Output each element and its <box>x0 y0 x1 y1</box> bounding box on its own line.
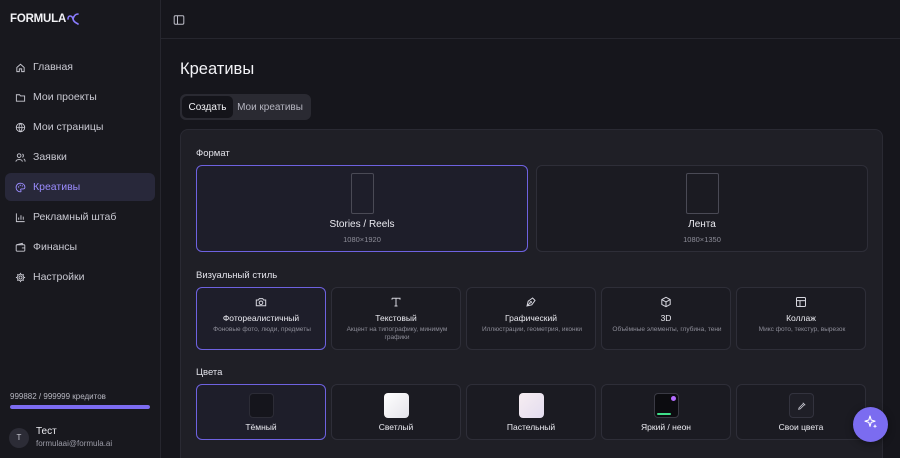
sparkle-icon <box>863 414 879 435</box>
vertical-frame-icon <box>351 173 374 214</box>
format-option-size: 1080×1350 <box>683 235 721 244</box>
color-swatch-light <box>384 393 409 418</box>
style-option-title: Графический <box>505 313 557 323</box>
sidebar-item-label: Мои проекты <box>33 91 97 103</box>
color-option-title: Яркий / неон <box>640 422 691 432</box>
sidebar-item-label: Креативы <box>33 181 81 193</box>
sidebar-item-creatives[interactable]: Креативы <box>5 173 155 201</box>
color-swatch-dark <box>249 393 274 418</box>
color-option-title: Светлый <box>378 422 414 432</box>
avatar: Т <box>9 427 29 448</box>
sidebar-nav: Главная Мои проекты Мои страницы Заявки … <box>5 53 155 293</box>
sidebar-item-label: Настройки <box>33 271 85 283</box>
credits-progress-bar <box>10 405 150 409</box>
color-option-title: Пастельный <box>506 422 556 432</box>
style-option-3d[interactable]: 3D Объёмные элементы, глубина, тени <box>601 287 731 350</box>
color-option-pastel[interactable]: Пастельный <box>466 384 596 440</box>
sidebar-item-label: Мои страницы <box>33 121 104 133</box>
pen-tool-icon <box>467 296 595 308</box>
format-option-title: Лента <box>688 219 716 230</box>
style-option-collage[interactable]: Коллаж Микс фото, текстур, вырезок <box>736 287 866 350</box>
sidebar-toggle-icon[interactable] <box>173 13 185 25</box>
color-option-neon[interactable]: Яркий / неон <box>601 384 731 440</box>
color-option-custom[interactable]: Свои цвета <box>736 384 866 440</box>
sidebar-item-ads-hq[interactable]: Рекламный штаб <box>5 203 155 231</box>
text-icon <box>332 296 460 308</box>
creative-builder-panel: Формат Stories / Reels 1080×1920 Лента 1… <box>180 129 883 458</box>
wallet-icon <box>15 242 26 253</box>
sidebar-item-label: Финансы <box>33 241 78 253</box>
neon-dot <box>671 396 676 401</box>
globe-icon <box>15 122 26 133</box>
user-name: Тест <box>36 426 57 437</box>
format-option-stories[interactable]: Stories / Reels 1080×1920 <box>196 165 528 252</box>
tab-bar: Создать Мои креативы <box>180 94 311 120</box>
style-option-desc: Объёмные элементы, глубина, тени <box>612 326 722 333</box>
style-option-title: Коллаж <box>786 313 816 323</box>
sidebar-item-settings[interactable]: Настройки <box>5 263 155 291</box>
sidebar-item-label: Главная <box>33 61 73 73</box>
colors-section-label: Цвета <box>196 367 223 378</box>
color-option-light[interactable]: Светлый <box>331 384 461 440</box>
layout-icon <box>737 296 865 308</box>
sidebar-item-home[interactable]: Главная <box>5 53 155 81</box>
color-options: Тёмный Светлый Пастельный Яркий / неон С… <box>196 384 868 440</box>
style-option-desc: Иллюстрации, геометрия, иконки <box>481 326 583 333</box>
user-email: formulaai@formula.ai <box>36 439 113 448</box>
color-option-dark[interactable]: Тёмный <box>196 384 326 440</box>
logo-alpha-icon <box>67 13 79 25</box>
style-section-label: Визуальный стиль <box>196 270 278 281</box>
logo[interactable]: FORMULA <box>10 12 79 26</box>
user-profile[interactable]: Т Тест formulaai@formula.ai <box>9 426 112 449</box>
color-option-title: Тёмный <box>245 422 277 432</box>
style-option-text[interactable]: Текстовый Акцент на типографику, минимум… <box>331 287 461 350</box>
style-options: Фотореалистичный Фоновые фото, люди, пре… <box>196 287 868 350</box>
sidebar-item-pages[interactable]: Мои страницы <box>5 113 155 141</box>
main-content: Креативы Создать Мои креативы Формат Sto… <box>161 39 900 458</box>
tab-create[interactable]: Создать <box>182 96 233 118</box>
home-icon <box>15 62 26 73</box>
style-option-title: 3D <box>660 313 672 323</box>
color-swatch-neon <box>654 393 679 418</box>
style-option-graphic[interactable]: Графический Иллюстрации, геометрия, икон… <box>466 287 596 350</box>
format-option-size: 1080×1920 <box>343 235 381 244</box>
user-info: Тест formulaai@formula.ai <box>36 426 112 449</box>
format-option-title: Stories / Reels <box>329 219 395 230</box>
logo-text: FORMULA <box>10 13 67 25</box>
cube-icon <box>602 296 730 308</box>
color-swatch-pastel <box>519 393 544 418</box>
portrait-frame-icon <box>686 173 719 214</box>
format-section-label: Формат <box>196 148 230 159</box>
style-option-desc: Микс фото, текстур, вырезок <box>758 326 846 333</box>
sidebar: FORMULA Главная Мои проекты Мои страницы <box>0 0 161 458</box>
style-option-photoreal[interactable]: Фотореалистичный Фоновые фото, люди, пре… <box>196 287 326 350</box>
sidebar-item-finance[interactable]: Финансы <box>5 233 155 261</box>
style-option-desc: Акцент на типографику, минимум графики <box>346 326 448 341</box>
credits-text: 999882 / 999999 кредитов <box>10 392 106 401</box>
sidebar-item-leads[interactable]: Заявки <box>5 143 155 171</box>
sidebar-item-label: Заявки <box>33 151 67 163</box>
page-title: Креативы <box>180 60 255 78</box>
top-bar <box>161 0 900 39</box>
ai-assistant-button[interactable] <box>853 407 888 442</box>
neon-line <box>657 413 671 415</box>
eyedropper-icon <box>789 393 814 418</box>
folder-icon <box>15 92 26 103</box>
camera-icon <box>197 296 325 308</box>
style-option-title: Фотореалистичный <box>222 313 300 323</box>
gear-icon <box>15 272 26 283</box>
credits-progress-fill <box>10 405 150 409</box>
tab-my-creatives[interactable]: Мои креативы <box>233 96 307 118</box>
color-option-title: Свои цвета <box>778 422 824 432</box>
format-option-feed[interactable]: Лента 1080×1350 <box>536 165 868 252</box>
sidebar-item-label: Рекламный штаб <box>33 211 117 223</box>
users-icon <box>15 152 26 163</box>
bar-chart-icon <box>15 212 26 223</box>
sidebar-item-projects[interactable]: Мои проекты <box>5 83 155 111</box>
style-option-title: Текстовый <box>375 313 417 323</box>
style-option-desc: Фоновые фото, люди, предметы <box>213 326 311 333</box>
palette-icon <box>15 182 26 193</box>
